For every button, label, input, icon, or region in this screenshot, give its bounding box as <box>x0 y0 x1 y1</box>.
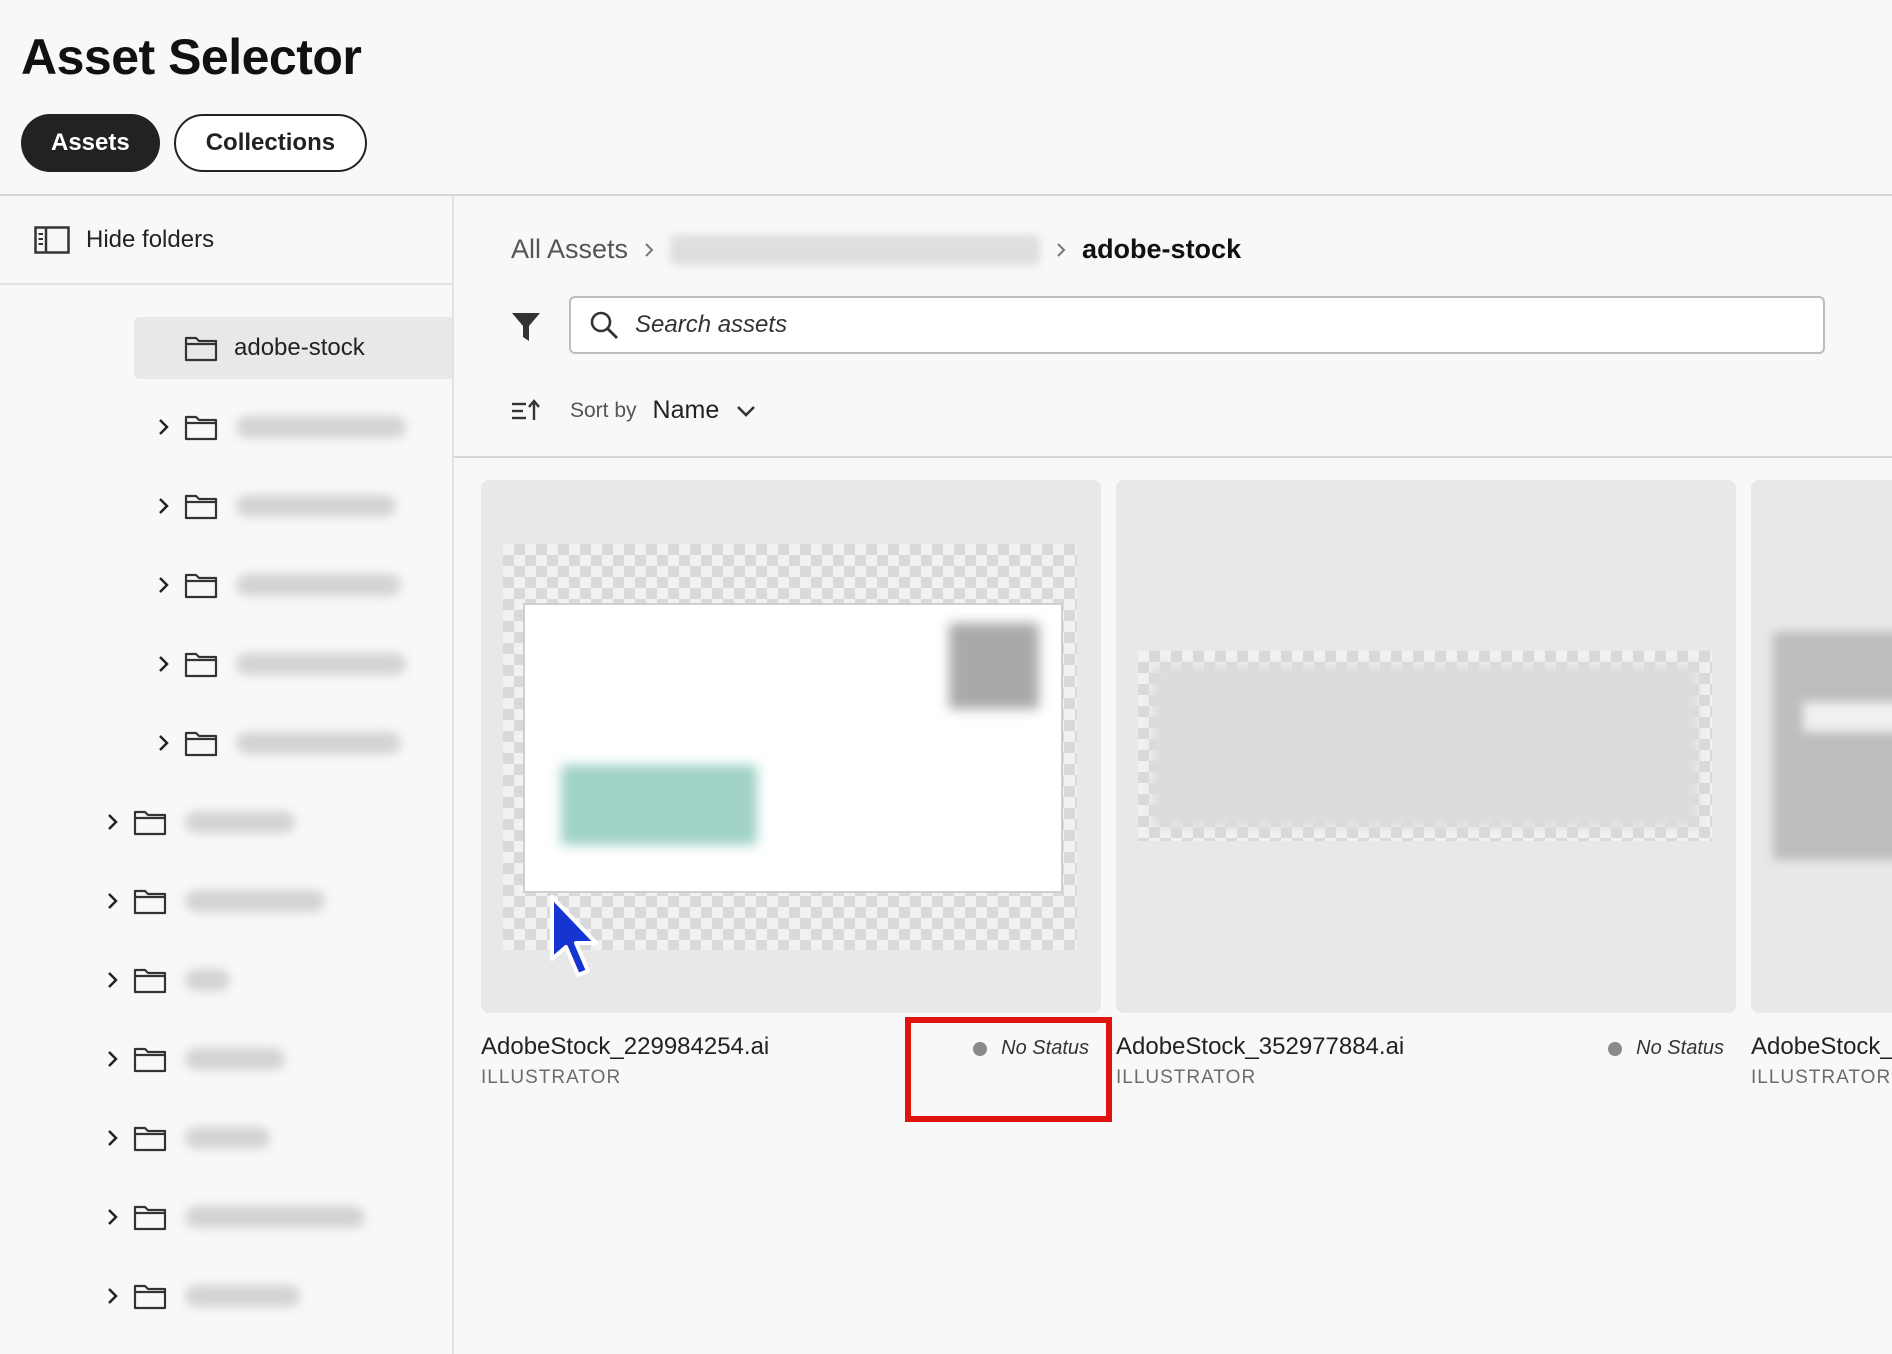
tree-folder-sibling[interactable] <box>101 870 325 932</box>
chevron-right-icon[interactable] <box>101 1285 123 1307</box>
folder-icon <box>184 336 218 362</box>
chevron-right-icon <box>1057 242 1066 257</box>
folder-icon <box>184 652 218 678</box>
asset-type: ILLUSTRATOR <box>1116 1067 1257 1088</box>
status-label: No Status <box>1636 1037 1724 1059</box>
breadcrumb-current: adobe-stock <box>1082 234 1242 264</box>
chevron-right-icon[interactable] <box>101 811 123 833</box>
asset-type: ILLUSTRATOR <box>1751 1067 1892 1088</box>
hide-folders-button[interactable]: Hide folders <box>34 226 214 254</box>
tree-folder-selected[interactable]: adobe-stock <box>134 317 452 379</box>
toolbar-divider <box>454 456 1892 458</box>
asset-thumbnail[interactable] <box>1751 480 1892 1013</box>
asset-card[interactable]: AdobeStock_352977884.ai ILLUSTRATOR No S… <box>1116 480 1736 1089</box>
obscured-folder-name <box>236 732 401 754</box>
tree-folder-child[interactable] <box>152 396 406 458</box>
obscured-folder-name <box>236 416 406 438</box>
obscured-breadcrumb[interactable] <box>670 234 1041 265</box>
obscured-folder-name <box>185 1127 270 1149</box>
folder-icon <box>133 810 167 836</box>
chevron-right-icon[interactable] <box>152 416 174 438</box>
app-header: Asset Selector Assets Collections <box>0 0 1892 196</box>
obscured-folder-name <box>185 969 230 991</box>
sort-value[interactable]: Name <box>653 396 720 425</box>
asset-status: No Status <box>1608 1037 1724 1060</box>
folder-sidebar: Hide folders adobe-stock <box>0 196 454 1354</box>
folder-icon <box>133 1126 167 1152</box>
breadcrumb: All Assets adobe-stock <box>511 234 1241 265</box>
asset-thumbnail[interactable] <box>1116 480 1736 1013</box>
tree-folder-sibling[interactable] <box>101 1186 365 1248</box>
chevron-right-icon[interactable] <box>152 495 174 517</box>
page-title: Asset Selector <box>21 29 362 85</box>
sort-direction-icon[interactable] <box>510 398 540 424</box>
folder-icon <box>133 1284 167 1310</box>
chevron-right-icon[interactable] <box>101 1048 123 1070</box>
folder-icon <box>184 494 218 520</box>
folder-icon <box>133 1205 167 1231</box>
tree-folder-child[interactable] <box>152 712 401 774</box>
sidebar-divider <box>0 283 452 285</box>
filter-icon[interactable] <box>510 310 542 344</box>
search-field[interactable] <box>569 296 1825 354</box>
status-dot-icon <box>1608 1041 1623 1056</box>
tree-folder-sibling[interactable] <box>101 1265 300 1327</box>
chevron-right-icon[interactable] <box>101 890 123 912</box>
hide-folders-label: Hide folders <box>86 226 215 253</box>
obscured-folder-name <box>185 1285 300 1307</box>
tree-folder-sibling[interactable] <box>101 1107 270 1169</box>
folder-icon <box>184 415 218 441</box>
obscured-artwork <box>561 765 757 845</box>
highlight-annotation <box>905 1017 1112 1122</box>
artwork-preview <box>523 603 1063 893</box>
tree-folder-child[interactable] <box>152 554 401 616</box>
obscured-folder-name <box>185 811 295 833</box>
folder-icon <box>133 1047 167 1073</box>
folder-icon <box>133 889 167 915</box>
chevron-right-icon[interactable] <box>101 1127 123 1149</box>
tree-folder-child[interactable] <box>152 633 406 695</box>
sidebar-panel-icon <box>34 226 70 254</box>
obscured-artwork <box>949 623 1039 709</box>
obscured-artwork <box>1773 632 1892 860</box>
tab-collections[interactable]: Collections <box>173 114 368 172</box>
transparency-background <box>1138 651 1712 841</box>
asset-browser: All Assets adobe-stock Sort by Name <box>454 196 1892 1354</box>
tree-folder-sibling[interactable] <box>101 949 230 1011</box>
obscured-folder-name <box>185 1048 285 1070</box>
chevron-right-icon[interactable] <box>152 732 174 754</box>
obscured-folder-name <box>236 574 401 596</box>
breadcrumb-root[interactable]: All Assets <box>511 234 628 265</box>
tree-folder-sibling[interactable] <box>101 791 295 853</box>
obscured-artwork <box>1152 665 1698 827</box>
folder-icon <box>184 573 218 599</box>
tree-folder-child[interactable] <box>152 475 396 537</box>
tab-assets[interactable]: Assets <box>21 114 160 172</box>
chevron-down-icon[interactable] <box>735 403 757 419</box>
search-input[interactable] <box>633 310 1737 340</box>
sort-by-label: Sort by <box>570 398 637 422</box>
asset-card[interactable]: AdobeStock_229984254.ai ILLUSTRATOR No S… <box>481 480 1101 1089</box>
obscured-folder-name <box>185 890 325 912</box>
chevron-right-icon <box>645 242 654 257</box>
obscured-folder-name <box>236 653 406 675</box>
tree-folder-label: adobe-stock <box>234 334 365 361</box>
chevron-right-icon[interactable] <box>101 969 123 991</box>
chevron-right-icon[interactable] <box>152 574 174 596</box>
tree-folder-sibling[interactable] <box>101 1028 285 1090</box>
mouse-cursor-icon <box>550 895 598 977</box>
obscured-folder-name <box>236 495 396 517</box>
chevron-right-icon[interactable] <box>152 653 174 675</box>
asset-name: AdobeStock_3 <box>1751 1033 1892 1060</box>
folder-icon <box>184 731 218 757</box>
asset-card[interactable]: AdobeStock_3 ILLUSTRATOR <box>1751 480 1892 1089</box>
search-icon <box>590 311 618 339</box>
obscured-folder-name <box>185 1206 365 1228</box>
folder-icon <box>133 968 167 994</box>
chevron-right-icon[interactable] <box>101 1206 123 1228</box>
tab-bar: Assets Collections <box>21 114 368 172</box>
obscured-artwork <box>1803 702 1892 732</box>
sort-bar: Sort by Name <box>510 396 757 425</box>
